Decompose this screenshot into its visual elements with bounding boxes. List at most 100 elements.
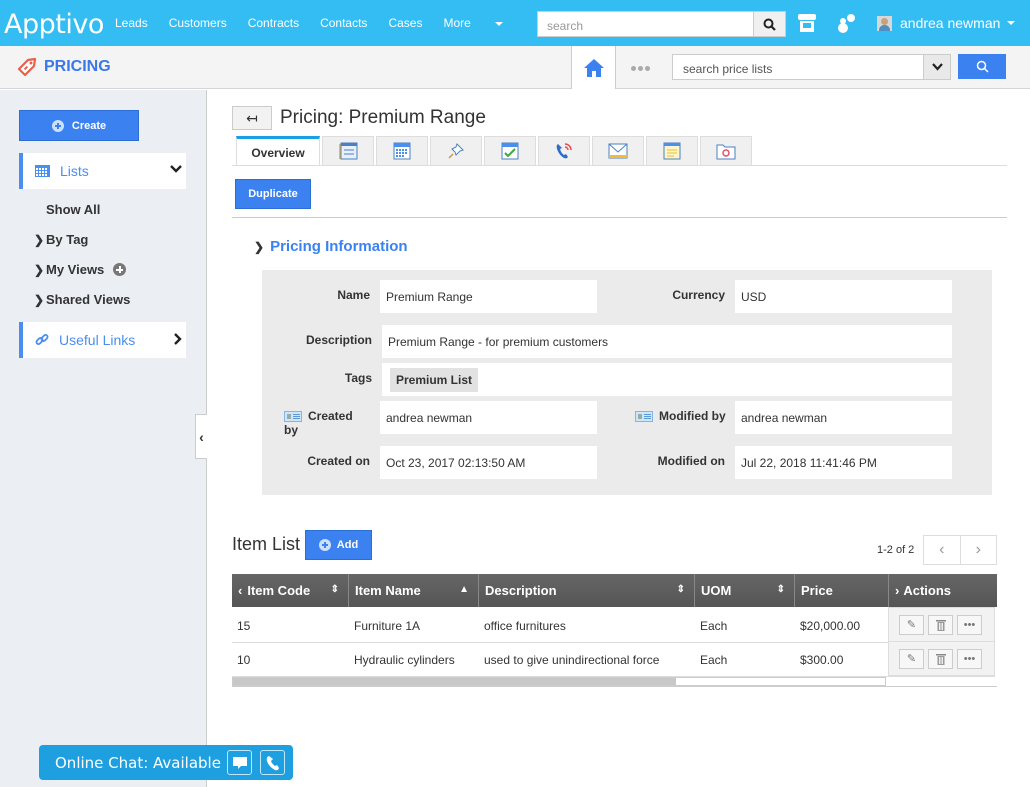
sidebar-item-show-all[interactable]: Show All (46, 202, 100, 217)
tab-attachments[interactable] (700, 136, 752, 166)
chevron-right-icon: ❯ (34, 232, 45, 247)
price-list-search-button[interactable] (958, 54, 1006, 79)
apptivo-logo[interactable]: Apptivo (4, 9, 104, 40)
sidebar-item-my-views[interactable]: ❯ My Views (34, 262, 127, 277)
top-navigation-bar: Apptivo Leads Customers Contracts Contac… (0, 0, 1030, 46)
more-actions-button[interactable]: ••• (957, 614, 982, 635)
collaboration-icon[interactable] (836, 12, 856, 39)
modified-by-field[interactable]: andrea newman (735, 401, 952, 434)
edit-button[interactable]: ✎ (899, 648, 924, 669)
sidebar-useful-links-section[interactable]: Useful Links (19, 322, 186, 358)
sidebar-lists-section[interactable]: Lists (19, 153, 186, 189)
by-tag-label: By Tag (46, 232, 89, 247)
sidebar-item-shared-views[interactable]: ❯ Shared Views (34, 292, 130, 307)
ellipsis-icon: ••• (963, 652, 976, 665)
back-button[interactable]: ↤ (232, 106, 272, 130)
price-header-label: Price (801, 583, 833, 598)
name-field[interactable]: Premium Range (380, 280, 597, 313)
tab-calls[interactable] (538, 136, 590, 166)
delete-button[interactable] (928, 614, 953, 635)
delete-button[interactable] (928, 648, 953, 669)
nav-more[interactable]: More (443, 16, 503, 30)
home-button[interactable] (571, 46, 616, 89)
app-store-icon[interactable] (797, 13, 817, 36)
column-header-item-name[interactable]: Item Name ▲ (349, 574, 479, 607)
tab-tasks[interactable] (484, 136, 536, 166)
scrollbar-thumb[interactable] (233, 678, 677, 685)
pencil-icon: ✎ (906, 653, 917, 665)
user-name: andrea newman (900, 15, 1001, 31)
tab-overview[interactable]: Overview (236, 136, 320, 166)
global-search-button[interactable] (753, 11, 786, 37)
cell-price: $20,000.00 (800, 618, 861, 633)
modified-by-label-group: Modified by (635, 409, 730, 423)
user-menu[interactable]: andrea newman (877, 15, 1016, 31)
call-button[interactable] (260, 750, 285, 775)
nav-leads[interactable]: Leads (115, 16, 148, 30)
column-header-description[interactable]: Description ⇕ (479, 574, 695, 607)
edit-button[interactable]: ✎ (899, 614, 924, 635)
price-list-search-input[interactable]: search price lists (672, 54, 924, 80)
search-icon (763, 18, 776, 31)
description-field[interactable]: Premium Range - for premium customers (382, 325, 952, 358)
tags-field[interactable]: Premium List (382, 363, 952, 396)
more-actions-button[interactable]: ••• (957, 648, 982, 669)
chevron-right-icon: ❯ (34, 262, 45, 277)
chevron-left-icon: ‹ (939, 541, 945, 558)
tab-pin[interactable] (430, 136, 482, 166)
more-options-icon[interactable] (631, 66, 650, 71)
page-title: Pricing: Premium Range (280, 107, 486, 128)
add-item-button[interactable]: Add (305, 530, 372, 560)
column-header-actions[interactable]: › Actions (889, 574, 997, 607)
table-horizontal-scrollbar[interactable] (232, 677, 886, 686)
back-arrow-icon: ↤ (246, 109, 258, 126)
chevron-right-icon: ❯ (34, 292, 45, 307)
pricing-information-header[interactable]: ❯ Pricing Information (254, 238, 408, 255)
tab-notes[interactable] (646, 136, 698, 166)
previous-page-button[interactable]: ‹ (924, 536, 961, 564)
collapse-sidebar-button[interactable]: ‹ (195, 414, 207, 459)
search-options-dropdown[interactable] (923, 54, 951, 80)
next-page-button[interactable]: › (961, 536, 997, 564)
tag-chip[interactable]: Premium List (390, 367, 479, 392)
chevron-down-icon (170, 165, 182, 173)
created-by-label-group: Created by (284, 409, 370, 437)
column-header-price[interactable]: Price (795, 574, 889, 607)
nav-customers[interactable]: Customers (169, 16, 227, 30)
cell-item-name: Hydraulic cylinders (354, 652, 455, 667)
add-label: Add (336, 539, 359, 551)
global-search-input[interactable]: search (537, 11, 754, 37)
main-nav: Leads Customers Contracts Contacts Cases… (115, 16, 524, 30)
plus-circle-icon (51, 119, 64, 132)
nav-contracts[interactable]: Contracts (248, 16, 299, 30)
table-header: ‹ Item Code ⇕ Item Name ▲ Description ⇕ UOM ⇕… (232, 574, 997, 607)
nav-contacts[interactable]: Contacts (320, 16, 367, 30)
tab-calendar[interactable] (376, 136, 428, 166)
cell-uom: Each (700, 618, 728, 633)
created-by-field[interactable]: andrea newman (380, 401, 597, 434)
add-view-icon[interactable] (113, 263, 127, 276)
column-header-item-code[interactable]: ‹ Item Code ⇕ (232, 574, 349, 607)
create-button[interactable]: Create (19, 110, 139, 141)
create-label: Create (71, 119, 107, 132)
chat-button[interactable] (227, 750, 252, 775)
chat-status-label: Online Chat: Available (55, 753, 221, 772)
currency-field[interactable]: USD (735, 280, 952, 313)
tab-email[interactable] (592, 136, 644, 166)
scroll-left-icon[interactable]: ‹ (238, 583, 242, 598)
cell-item-name: Furniture 1A (354, 618, 421, 633)
contact-card-icon (284, 411, 302, 423)
item-name-header-label: Item Name (355, 583, 421, 598)
sidebar-item-by-tag[interactable]: ❯ By Tag (34, 232, 88, 247)
row-actions: ✎ ••• (889, 642, 994, 676)
table-row[interactable]: 10 Hydraulic cylinders used to give unin… (232, 643, 888, 677)
online-chat-widget[interactable]: Online Chat: Available (39, 745, 293, 780)
pencil-icon: ✎ (906, 619, 917, 631)
nav-cases[interactable]: Cases (388, 16, 422, 30)
app-title: PRICING (44, 58, 111, 75)
table-row[interactable]: 15 Furniture 1A office furnitures Each $… (232, 609, 888, 643)
column-header-uom[interactable]: UOM ⇕ (695, 574, 795, 607)
tab-details[interactable] (322, 136, 374, 166)
duplicate-button[interactable]: Duplicate (235, 179, 311, 209)
lists-label: Lists (60, 163, 89, 179)
